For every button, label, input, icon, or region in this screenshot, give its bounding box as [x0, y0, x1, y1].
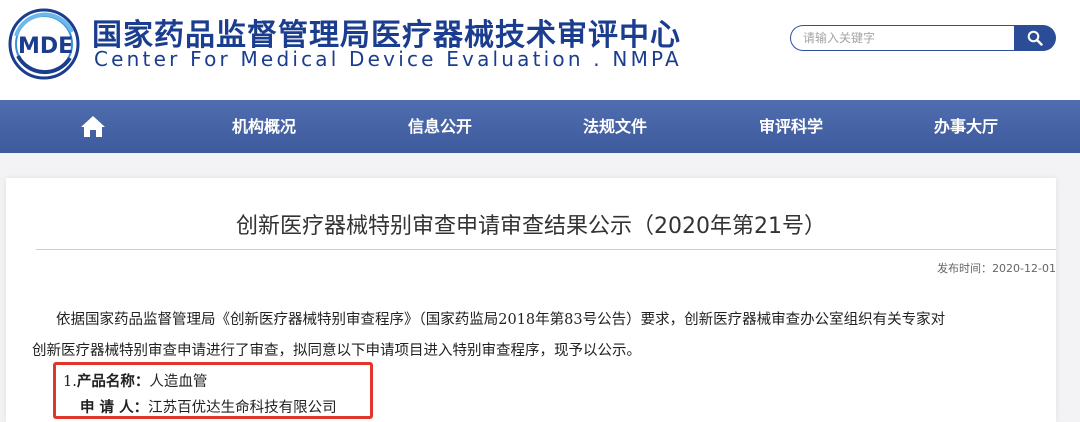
- nav-item-review-science[interactable]: 审评科学: [759, 100, 823, 153]
- search-input[interactable]: [790, 25, 1014, 51]
- nav-item-about[interactable]: 机构概况: [232, 100, 296, 153]
- article-paragraph-line-2: 创新医疗器械特别审查申请进行了审查，拟同意以下申请项目进入特别审查程序，现予以公…: [32, 343, 641, 359]
- site-title-english: Center For Medical Device Evaluation . N…: [94, 47, 682, 71]
- nav-item-regulations[interactable]: 法规文件: [583, 100, 647, 153]
- highlight-box: [53, 362, 373, 419]
- search-bar: [790, 25, 1056, 51]
- article-title: 创新医疗器械特别审查申请审查结果公示（2020年第21号）: [236, 214, 826, 239]
- title-divider: [36, 249, 1056, 250]
- article-paragraph-line-1: 依据国家药品监督管理局《创新医疗器械特别审查程序》（国家药监局2018年第83号…: [56, 312, 946, 328]
- nav-item-information[interactable]: 信息公开: [408, 100, 472, 153]
- mde-logo[interactable]: MDE: [6, 6, 86, 80]
- publish-date: 发布时间：2020-12-01: [937, 260, 1056, 276]
- publish-date-value: 2020-12-01: [992, 262, 1056, 275]
- search-button[interactable]: [1014, 25, 1056, 51]
- svg-text:MDE: MDE: [18, 34, 73, 59]
- search-icon: [1027, 30, 1043, 46]
- home-icon[interactable]: [80, 114, 106, 138]
- main-nav: 机构概况 信息公开 法规文件 审评科学 办事大厅: [0, 100, 1080, 153]
- publish-date-label: 发布时间：: [937, 262, 993, 275]
- site-header: MDE 国家药品监督管理局医疗器械技术审评中心 Center For Medic…: [0, 0, 1080, 100]
- nav-item-service-hall[interactable]: 办事大厅: [934, 100, 998, 153]
